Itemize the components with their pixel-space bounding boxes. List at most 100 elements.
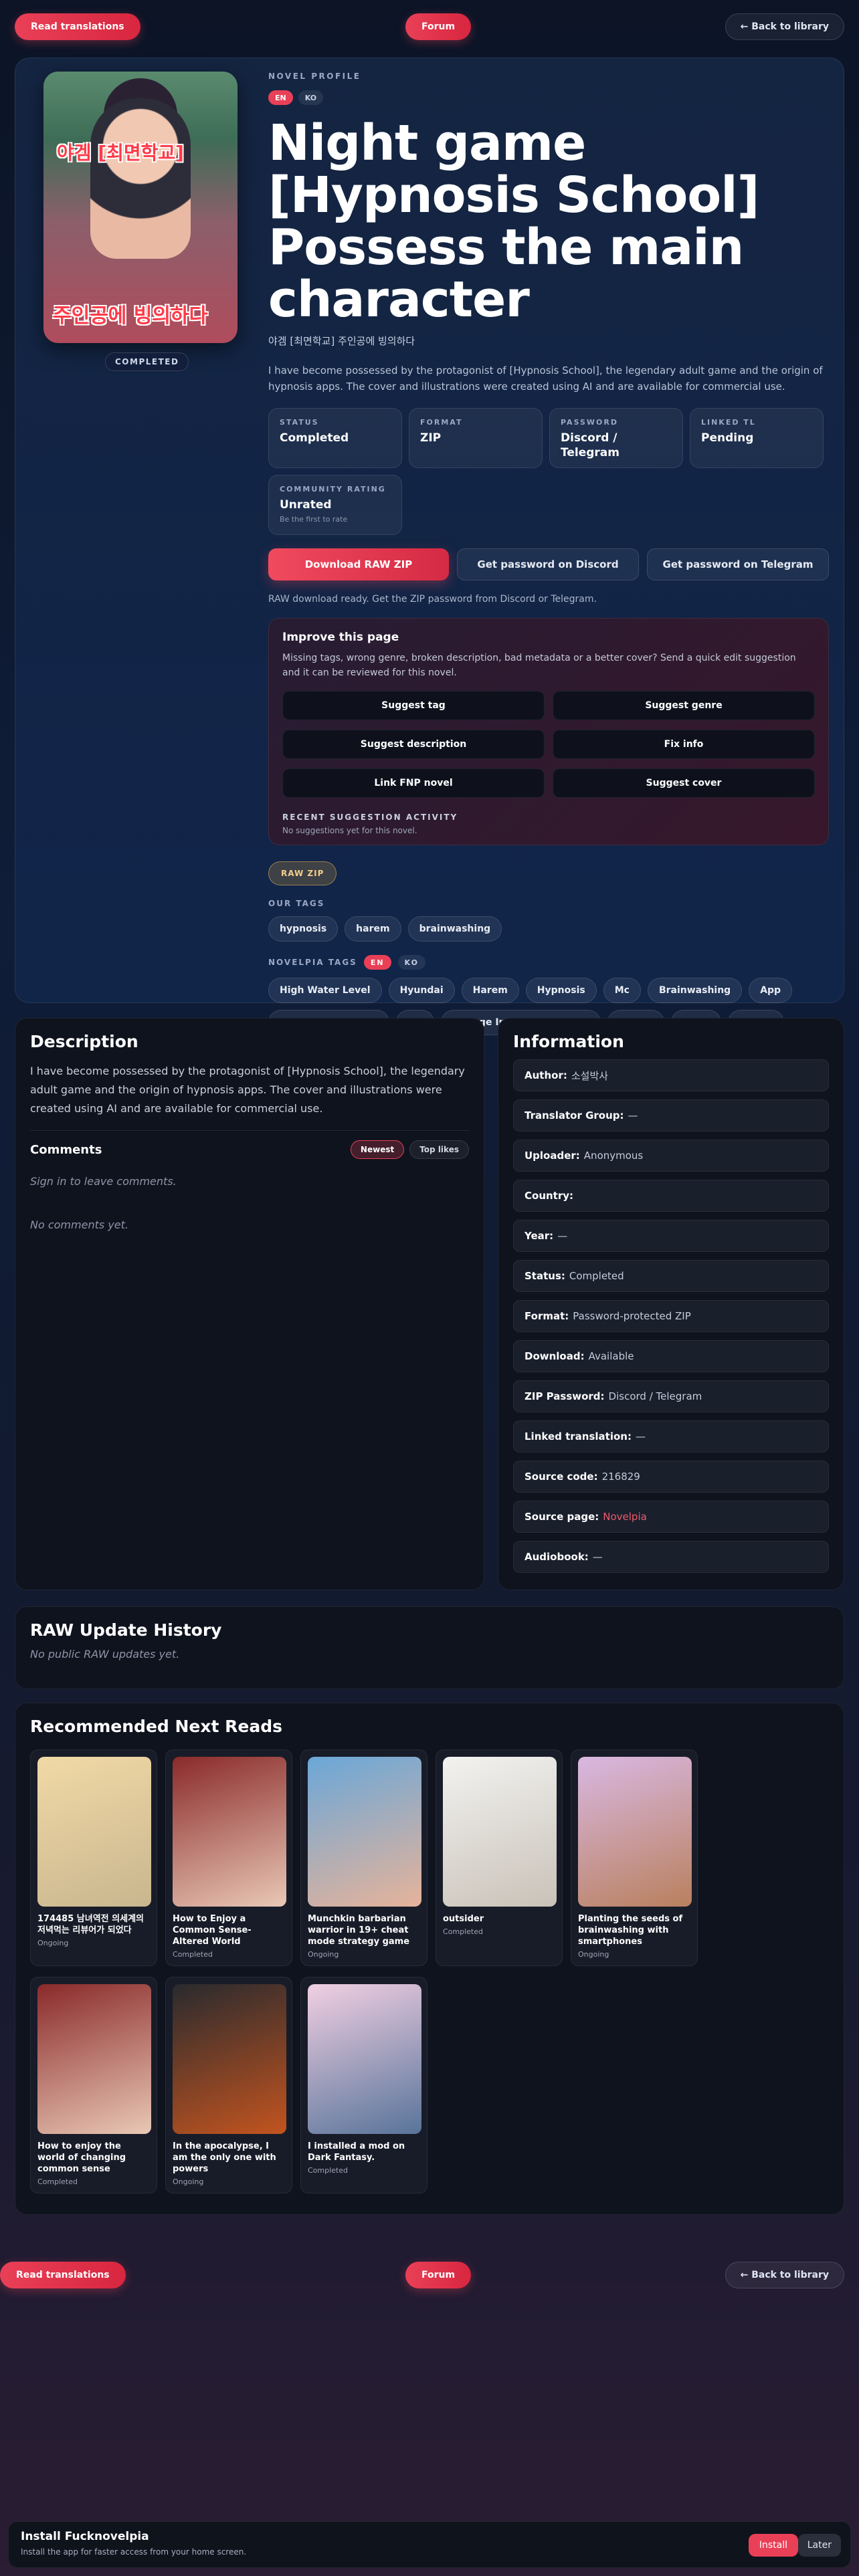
tag-chip[interactable]: brainwashing xyxy=(407,916,502,942)
card-cover-image xyxy=(173,1984,286,2134)
recommendation-card[interactable]: I installed a mod on Dark Fantasy. Comple… xyxy=(300,1977,427,2193)
divider xyxy=(30,1130,469,1131)
card-cover-image xyxy=(37,1984,151,2134)
recent-activity-value: No suggestions yet for this novel. xyxy=(282,826,417,835)
suggest-tag-button[interactable]: Suggest tag xyxy=(282,691,545,720)
suggest-cover-button[interactable]: Suggest cover xyxy=(553,768,815,798)
information-title: Information xyxy=(513,1032,624,1051)
card-status: Ongoing xyxy=(578,1950,609,1959)
novel-profile-card: 야겜 [최면학교] 주인공에 빙의하다 COMPLETED NOVEL PROF… xyxy=(15,58,844,1035)
description-title: Description xyxy=(30,1032,138,1051)
card-status: Ongoing xyxy=(37,1939,69,1947)
card-status: Ongoing xyxy=(173,2177,204,2186)
tag-chip[interactable]: Hypnosis xyxy=(525,978,597,1003)
back-to-library-button-bottom[interactable]: ← Back to library xyxy=(725,2262,844,2288)
tag-chip[interactable]: Mc xyxy=(603,978,641,1003)
novelpia-tags-label: NOVELPIA TAGS EN KO xyxy=(268,955,830,970)
recent-activity-label: RECENT SUGGESTION ACTIVITY xyxy=(282,813,458,822)
card-status: Completed xyxy=(173,1950,213,1959)
suggestion-buttons: Suggest tag Suggest genre Suggest descri… xyxy=(282,691,815,798)
comments-title: Comments xyxy=(30,1142,102,1157)
our-tags: hypnosis harem brainwashing xyxy=(268,916,817,942)
stat-password: PASSWORD Discord / Telegram xyxy=(549,408,683,468)
improve-panel: Improve this page Missing tags, wrong ge… xyxy=(268,618,829,845)
status-badge: COMPLETED xyxy=(105,352,189,371)
read-translations-button-bottom[interactable]: Read translations xyxy=(0,2262,126,2288)
tag-chip[interactable]: Brainwashing xyxy=(647,978,743,1003)
card-status: Ongoing xyxy=(308,1950,339,1959)
raw-update-history-panel: RAW Update History No public RAW updates… xyxy=(15,1606,844,1689)
info-row-status: Status: Completed xyxy=(513,1260,829,1292)
info-row-zip-password: ZIP Password: Discord / Telegram xyxy=(513,1380,829,1412)
bottom-nav: Read translations Forum ← Back to librar… xyxy=(0,2259,859,2299)
download-raw-zip-button[interactable]: Download RAW ZIP xyxy=(268,548,449,580)
recommendation-card[interactable]: How to Enjoy a Common Sense-Altered Worl… xyxy=(165,1749,292,1966)
info-row-uploader: Uploader: Anonymous xyxy=(513,1140,829,1172)
info-row-download: Download: Available xyxy=(513,1340,829,1372)
our-tags-label: OUR TAGS xyxy=(268,899,325,908)
card-cover-image xyxy=(308,1757,421,1907)
history-title: RAW Update History xyxy=(30,1620,222,1640)
sort-top-likes-button[interactable]: Top likes xyxy=(409,1140,469,1159)
top-nav: Read translations Forum ← Back to librar… xyxy=(0,7,859,47)
discord-password-button[interactable]: Get password on Discord xyxy=(457,548,639,580)
recommended-title: Recommended Next Reads xyxy=(30,1717,283,1736)
recommendation-card[interactable]: Planting the seeds of brainwashing with … xyxy=(571,1749,698,1966)
install-subtitle: Install the app for faster access from y… xyxy=(21,2547,247,2557)
cover-figure xyxy=(90,98,191,259)
read-translations-button[interactable]: Read translations xyxy=(15,13,140,40)
install-button[interactable]: Install xyxy=(748,2534,798,2557)
telegram-password-button[interactable]: Get password on Telegram xyxy=(647,548,829,580)
original-title: 야겜 [최면학교] 주인공에 빙의하다 xyxy=(268,335,415,347)
sign-in-prompt[interactable]: Sign in to leave comments. xyxy=(30,1175,469,1188)
recommendation-card[interactable]: 174485 남녀역전 의세계의 저녁먹는 리뷰어가 되었다 Ongoing xyxy=(30,1749,157,1966)
card-title: How to Enjoy a Common Sense-Altered Worl… xyxy=(173,1914,252,1947)
tags-lang-ko-button[interactable]: KO xyxy=(397,955,425,970)
recommendation-card[interactable]: How to enjoy the world of changing commo… xyxy=(30,1977,157,2193)
card-title: I installed a mod on Dark Fantasy. xyxy=(308,2141,405,2163)
profile-meta: NOVEL PROFILE EN KO Night game [Hypnosis… xyxy=(268,72,830,1035)
card-cover-image xyxy=(308,1984,421,2134)
later-button[interactable]: Later xyxy=(797,2534,841,2557)
info-row-author: Author: 소설박사 xyxy=(513,1059,829,1091)
tag-chip[interactable]: App xyxy=(749,978,793,1003)
comments-header: Comments Newest Top likes xyxy=(30,1140,469,1159)
cover-title-top: 야겜 [최면학교] xyxy=(57,142,184,164)
install-title: Install Fucknovelpia xyxy=(21,2530,149,2543)
download-actions: Download RAW ZIP Get password on Discord… xyxy=(268,548,830,580)
tags-lang-en-button[interactable]: EN xyxy=(363,955,391,970)
tag-chip[interactable]: hypnosis xyxy=(268,916,339,942)
link-fnp-novel-button[interactable]: Link FNP novel xyxy=(282,768,545,798)
forum-button[interactable]: Forum xyxy=(405,13,472,40)
cover-image: 야겜 [최면학교] 주인공에 빙의하다 xyxy=(43,72,237,343)
back-to-library-button[interactable]: ← Back to library xyxy=(725,13,844,40)
info-row-audiobook: Audiobook: — xyxy=(513,1541,829,1573)
stat-community-rating: COMMUNITY RATING Unrated Be the first to r… xyxy=(268,475,402,535)
info-row-year: Year: — xyxy=(513,1220,829,1252)
recommendation-card[interactable]: outsider Completed xyxy=(436,1749,563,1966)
tag-chip[interactable]: Hyundai xyxy=(388,978,455,1003)
recommendation-card[interactable]: Munchkin barbarian warrior in 19+ cheat … xyxy=(300,1749,427,1966)
suggest-description-button[interactable]: Suggest description xyxy=(282,730,545,759)
sort-newest-button[interactable]: Newest xyxy=(350,1140,405,1159)
eyebrow-label: NOVEL PROFILE xyxy=(268,72,361,81)
suggest-genre-button[interactable]: Suggest genre xyxy=(553,691,815,720)
card-cover-image xyxy=(443,1757,557,1907)
card-cover-image xyxy=(37,1757,151,1907)
card-title: Munchkin barbarian warrior in 19+ cheat … xyxy=(308,1914,410,1947)
tag-chip[interactable]: High Water Level xyxy=(268,978,382,1003)
recommended-cards: 174485 남녀역전 의세계의 저녁먹는 리뷰어가 되었다 Ongoing Ho… xyxy=(30,1749,829,2193)
comment-sort: Newest Top likes xyxy=(350,1140,469,1159)
info-row-linked-translation: Linked translation: — xyxy=(513,1420,829,1453)
lang-ko-button[interactable]: KO xyxy=(298,90,324,105)
lang-en-button[interactable]: EN xyxy=(268,90,293,105)
tag-chip[interactable]: harem xyxy=(345,916,401,942)
source-page-link[interactable]: Novelpia xyxy=(603,1511,647,1523)
tag-chip[interactable]: Harem xyxy=(461,978,519,1003)
stat-linked-tl: LINKED TL Pending xyxy=(690,408,824,468)
forum-button-bottom[interactable]: Forum xyxy=(405,2262,472,2288)
fix-info-button[interactable]: Fix info xyxy=(553,730,815,759)
info-row-translator: Translator Group: — xyxy=(513,1099,829,1132)
recommendation-card[interactable]: In the apocalypse, I am the only one wit… xyxy=(165,1977,292,2193)
card-title: outsider xyxy=(443,1914,484,1924)
